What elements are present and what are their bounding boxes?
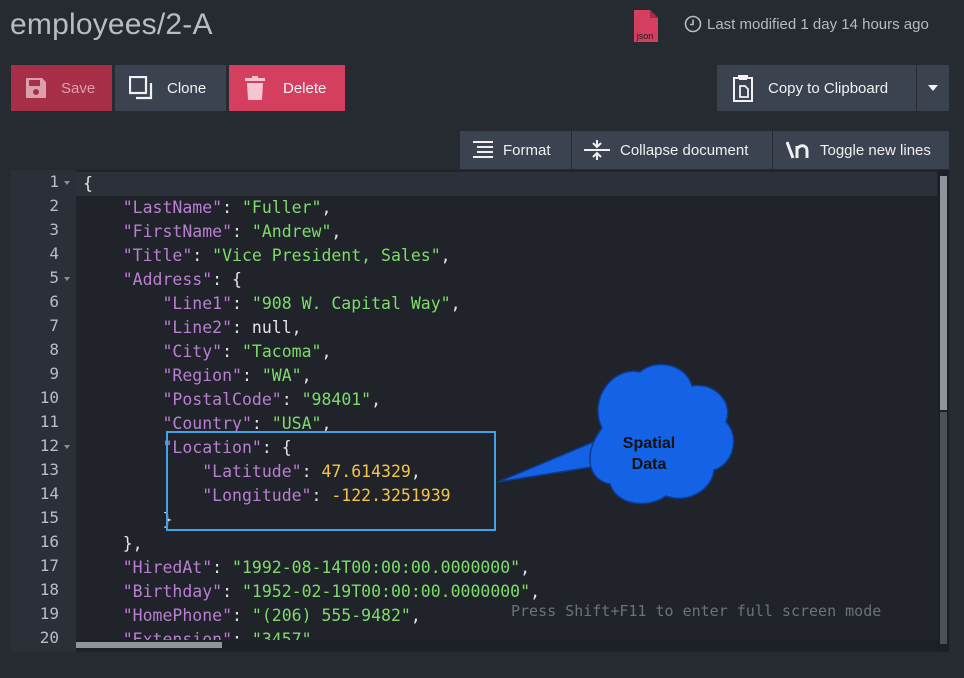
line-number: 19 xyxy=(39,604,59,623)
toggle-new-lines-button[interactable]: Toggle new lines xyxy=(773,131,949,169)
json-file-icon: json xyxy=(632,10,658,42)
fold-arrow-icon[interactable] xyxy=(64,445,70,449)
vertical-scroll-track xyxy=(940,412,947,644)
code-line: { xyxy=(83,174,93,193)
last-modified-text: Last modified 1 day 14 hours ago xyxy=(707,15,929,33)
save-label: Save xyxy=(61,79,96,97)
line-number: 4 xyxy=(49,244,59,263)
fold-arrow-icon[interactable] xyxy=(64,277,70,281)
line-number: 18 xyxy=(39,580,59,599)
line-number: 11 xyxy=(39,412,59,431)
code-line: "FirstName": "Andrew", xyxy=(122,222,342,241)
code-line: "Birthday": "1952-02-19T00:00:00.0000000… xyxy=(122,582,540,601)
horizontal-scroll-thumb[interactable] xyxy=(76,642,222,648)
format-icon xyxy=(473,141,493,158)
toggle-label: Toggle new lines xyxy=(820,141,931,159)
copy-label: Copy to Clipboard xyxy=(768,79,889,97)
format-button[interactable]: Format xyxy=(460,131,571,169)
copy-options-dropdown[interactable] xyxy=(917,65,949,111)
line-number: 17 xyxy=(39,556,59,575)
line-number: 9 xyxy=(49,364,59,383)
line-number: 5 xyxy=(49,268,59,287)
code-line: } xyxy=(162,510,173,529)
line-number: 2 xyxy=(49,196,59,215)
code-line: "Title": "Vice President, Sales", xyxy=(122,246,451,265)
save-button[interactable]: Save xyxy=(11,65,112,111)
delete-button[interactable]: Delete xyxy=(229,65,345,111)
line-number: 8 xyxy=(49,340,59,359)
code-line: }, xyxy=(122,534,143,553)
json-badge-label: json xyxy=(636,31,654,41)
clipboard-icon xyxy=(733,75,753,102)
json-editor[interactable]: 1 2 3 4 5 6 7 8 9 10 11 12 13 14 15 16 1… xyxy=(11,170,949,652)
fold-arrow-icon[interactable] xyxy=(64,181,70,185)
collapse-label: Collapse document xyxy=(620,141,749,159)
line-number: 20 xyxy=(39,628,59,647)
code-line: "PostalCode": "98401", xyxy=(162,390,382,409)
clone-icon xyxy=(129,76,153,100)
callout-line-2: Data xyxy=(631,456,667,473)
callout-label: Spatial Data xyxy=(604,433,694,475)
copy-to-clipboard-button[interactable]: Copy to Clipboard xyxy=(717,65,916,111)
clock-icon xyxy=(684,15,702,33)
code-line: "Region": "WA", xyxy=(162,366,312,385)
line-number: 13 xyxy=(39,460,59,479)
line-number: 10 xyxy=(39,388,59,407)
code-line: "Address": { xyxy=(122,270,242,289)
line-number: 3 xyxy=(49,220,59,239)
line-number: 6 xyxy=(49,292,59,311)
newline-icon xyxy=(786,141,809,159)
delete-label: Delete xyxy=(283,79,327,97)
code-line: "HiredAt": "1992-08-14T00:00:00.0000000"… xyxy=(122,558,531,577)
collapse-icon xyxy=(584,140,610,160)
code-line: "City": "Tacoma", xyxy=(162,342,332,361)
code-line: "HomePhone": "(206) 555-9482", xyxy=(122,606,421,625)
vertical-scrollbar[interactable] xyxy=(938,170,949,652)
line-number: 14 xyxy=(39,484,59,503)
line-number: 1 xyxy=(49,172,59,191)
code-line: "LastName": "Fuller", xyxy=(122,198,332,217)
line-number: 15 xyxy=(39,508,59,527)
page-title: employees/2-A xyxy=(10,8,213,41)
line-number: 12 xyxy=(39,436,59,455)
clone-label: Clone xyxy=(167,79,207,97)
line-number: 16 xyxy=(39,532,59,551)
location-highlight-box xyxy=(166,431,496,531)
code-line: "Line2": null, xyxy=(162,318,302,337)
floppy-disk-icon xyxy=(26,78,46,98)
line-number: 7 xyxy=(49,316,59,335)
code-line: "Line1": "908 W. Capital Way", xyxy=(162,294,461,313)
collapse-document-button[interactable]: Collapse document xyxy=(572,131,772,169)
last-modified: Last modified 1 day 14 hours ago xyxy=(684,15,929,33)
fullscreen-hint: Press Shift+F11 to enter full screen mod… xyxy=(511,602,882,620)
clone-button[interactable]: Clone xyxy=(115,65,226,111)
caret-down-icon xyxy=(928,85,938,91)
callout-line-1: Spatial xyxy=(622,435,676,452)
trash-icon xyxy=(245,76,265,100)
format-label: Format xyxy=(503,141,551,159)
horizontal-scrollbar[interactable] xyxy=(76,640,938,650)
line-number-gutter: 1 2 3 4 5 6 7 8 9 10 11 12 13 14 15 16 1… xyxy=(11,170,76,652)
vertical-scroll-thumb[interactable] xyxy=(940,176,947,410)
